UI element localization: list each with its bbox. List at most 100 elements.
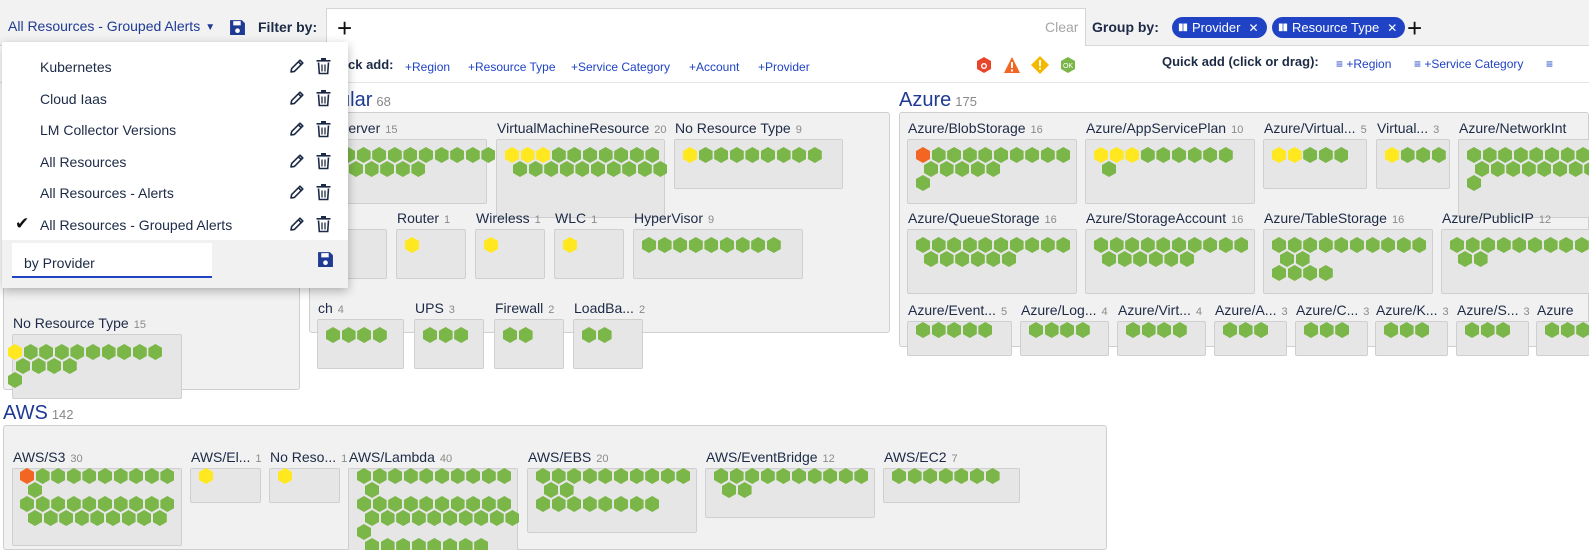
tile-title[interactable]: Azure/PublicIP 12 — [1442, 210, 1551, 226]
tile-count: 1 — [534, 214, 541, 226]
tile-title[interactable]: UPS 3 — [415, 300, 455, 316]
tile-title[interactable]: Azure — [1537, 302, 1579, 318]
resource-tile[interactable] — [396, 229, 466, 279]
tile-title[interactable]: VirtualMachineResource 20 — [497, 120, 667, 136]
save-view-icon[interactable] — [317, 251, 334, 268]
tile-count: 16 — [1391, 214, 1405, 226]
view-item[interactable]: All Resources - Alerts — [2, 177, 348, 208]
tile-title[interactable]: AWS/EC2 7 — [884, 449, 958, 465]
resource-tile[interactable] — [1263, 139, 1367, 189]
tile-title[interactable]: Wireless 1 — [476, 210, 541, 226]
tile-title[interactable]: Azure/QueueStorage 16 — [908, 210, 1057, 226]
ok-filter-icon[interactable]: OK — [1059, 56, 1077, 74]
warning-filter-icon[interactable] — [1031, 56, 1049, 74]
tile-title[interactable]: Azure/C... 3 — [1296, 302, 1369, 318]
group-chip-provider[interactable]: ▮▮ Provider ✕ — [1172, 17, 1267, 38]
edit-icon[interactable] — [288, 183, 306, 201]
resource-tile[interactable] — [475, 229, 545, 279]
view-item[interactable]: Cloud Iaas — [2, 83, 348, 114]
delete-icon[interactable] — [315, 152, 332, 170]
tile-title[interactable]: Azure/Log... 4 — [1021, 302, 1108, 318]
new-view-name-input[interactable] — [12, 243, 212, 278]
error-filter-icon[interactable] — [1003, 56, 1021, 74]
tile-title[interactable]: AWS/EBS 20 — [528, 449, 609, 465]
tile-count: 1 — [444, 214, 451, 226]
tile-title[interactable]: LoadBa... 2 — [574, 300, 645, 316]
delete-icon[interactable] — [315, 89, 332, 107]
view-item[interactable]: ✔ All Resources - Grouped Alerts — [2, 209, 348, 240]
tile-title[interactable]: AWS/S3 30 — [13, 449, 83, 465]
group-chip-resource-type[interactable]: ▮▮ Resource Type ✕ — [1272, 17, 1406, 38]
tile-title-text: Azure/Event... — [908, 302, 996, 318]
group-header-azure[interactable]: Azure 175 — [899, 89, 977, 112]
resource-tile[interactable] — [674, 139, 843, 189]
tile-title[interactable]: Virtual... 3 — [1377, 120, 1439, 136]
group-count: 175 — [955, 94, 977, 109]
resource-tile[interactable] — [317, 319, 404, 369]
tile-title[interactable]: AWS/Lambda 40 — [349, 449, 452, 465]
delete-icon[interactable] — [315, 57, 332, 75]
critical-filter-icon[interactable] — [975, 56, 993, 74]
remove-chip-icon[interactable]: ✕ — [1387, 21, 1397, 35]
quick-add-drag-region[interactable]: ≡ +Region — [1336, 57, 1391, 71]
view-selector[interactable]: All Resources - Grouped Alerts ▼ — [8, 18, 215, 34]
delete-icon[interactable] — [315, 215, 332, 233]
save-icon[interactable] — [229, 19, 246, 36]
tile-title[interactable]: Azure/A... 3 — [1215, 302, 1288, 318]
edit-icon[interactable] — [288, 215, 306, 233]
tile-title-text: Wireless — [476, 210, 530, 226]
view-item[interactable]: All Resources — [2, 146, 348, 177]
quick-add-service-category[interactable]: +Service Category — [571, 60, 670, 74]
tile-title[interactable]: AWS/EventBridge 12 — [706, 449, 835, 465]
quick-add-region[interactable]: +Region — [405, 60, 450, 74]
remove-chip-icon[interactable]: ✕ — [1248, 21, 1258, 35]
edit-icon[interactable] — [288, 57, 306, 75]
tile-title-text: VirtualMachineResource — [497, 120, 650, 136]
tile-title[interactable]: Azure/AppServicePlan 10 — [1086, 120, 1243, 136]
quick-add-account[interactable]: +Account — [689, 60, 739, 74]
tile-title[interactable]: Azure/TableStorage 16 — [1264, 210, 1404, 226]
tile-title[interactable]: Azure/S... 3 — [1457, 302, 1530, 318]
quick-add-provider[interactable]: +Provider — [758, 60, 810, 74]
tile-title[interactable]: No Reso... 1 — [270, 449, 347, 465]
group-header-aws[interactable]: AWS 142 — [3, 402, 74, 425]
quick-add-drag-service-category[interactable]: ≡ +Service Category — [1414, 57, 1523, 71]
tile-title[interactable]: HyperVisor 9 — [634, 210, 714, 226]
tile-title[interactable]: Firewall 2 — [495, 300, 554, 316]
delete-icon[interactable] — [315, 183, 332, 201]
edit-icon[interactable] — [288, 152, 306, 170]
tile-title[interactable]: Router 1 — [397, 210, 450, 226]
tile-title[interactable]: Azure/Event... 5 — [908, 302, 1007, 318]
resource-tile[interactable] — [1376, 139, 1450, 189]
tile-title[interactable]: Azure/Virt... 4 — [1118, 302, 1202, 318]
tile-count: 4 — [337, 304, 344, 316]
tile-title[interactable]: Azure/StorageAccount 16 — [1086, 210, 1243, 226]
view-item[interactable]: LM Collector Versions — [2, 114, 348, 145]
resource-tile[interactable] — [554, 229, 624, 279]
edit-icon[interactable] — [288, 89, 306, 107]
tile-title[interactable]: AWS/El... 1 — [191, 449, 262, 465]
quick-add-resource-type[interactable]: +Resource Type — [468, 60, 556, 74]
quick-add-drag-more[interactable]: ≡ — [1546, 57, 1553, 71]
tile-title[interactable]: Azure/NetworkInt — [1459, 120, 1571, 136]
delete-icon[interactable] — [315, 120, 332, 138]
tile-title-text: Azure/StorageAccount — [1086, 210, 1227, 226]
resource-tile[interactable] — [573, 319, 643, 369]
tile-title[interactable]: No Resource Type 15 — [13, 315, 146, 331]
view-item[interactable]: Kubernetes — [2, 51, 348, 82]
add-filter-icon[interactable]: + — [337, 15, 352, 41]
resource-tile[interactable] — [494, 319, 564, 369]
resource-tile[interactable] — [633, 229, 803, 279]
tile-title[interactable]: WLC 1 — [555, 210, 597, 226]
tile-title[interactable]: Azure/K... 3 — [1376, 302, 1449, 318]
tile-title[interactable]: ch 4 — [318, 300, 344, 316]
quick-add-label: ck add: — [348, 57, 394, 72]
filter-box[interactable] — [326, 8, 1086, 46]
edit-icon[interactable] — [288, 120, 306, 138]
tile-title[interactable]: No Resource Type 9 — [675, 120, 802, 136]
resource-tile[interactable] — [414, 319, 484, 369]
clear-button[interactable]: Clear — [1045, 19, 1078, 35]
add-group-icon[interactable]: + — [1407, 15, 1422, 41]
tile-title[interactable]: Azure/Virtual... 5 — [1264, 120, 1367, 136]
tile-title[interactable]: Azure/BlobStorage 16 — [908, 120, 1043, 136]
